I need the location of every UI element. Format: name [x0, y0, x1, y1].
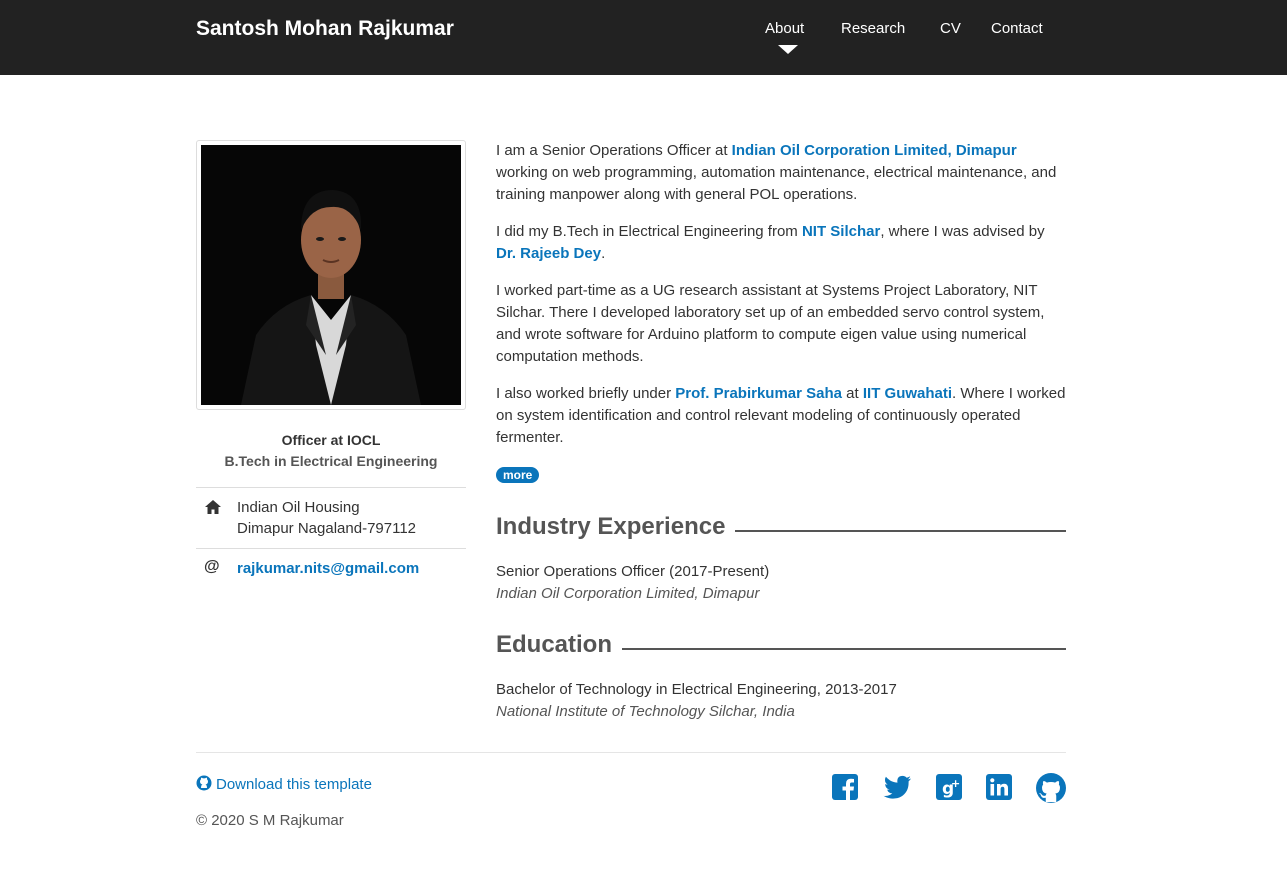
iocl-link[interactable]: Indian Oil Corporation Limited, Dimapur: [732, 142, 1017, 159]
footer-divider: [196, 752, 1066, 753]
profile-photo: [201, 145, 461, 405]
email-link[interactable]: rajkumar.nits@gmail.com: [237, 560, 419, 577]
profile-role: Officer at IOCL: [281, 432, 381, 448]
profile-degree: B.Tech in Electrical Engineering: [224, 453, 438, 469]
nit-silchar-link[interactable]: NIT Silchar: [802, 223, 880, 240]
education-heading-block: Education: [496, 631, 1066, 665]
industry-heading: Industry Experience: [496, 513, 736, 541]
nav-cv[interactable]: CV: [940, 20, 961, 37]
google-plus-icon[interactable]: g +: [935, 773, 965, 803]
education-org: National Institute of Technology Silchar…: [496, 703, 795, 720]
nav-research[interactable]: Research: [841, 20, 905, 37]
bio-paragraph-1: I am a Senior Operations Officer at Indi…: [496, 142, 1057, 203]
bio-section: I am a Senior Operations Officer at Indi…: [496, 140, 1068, 486]
github-small-icon: [196, 775, 212, 795]
portrait-illustration: [201, 145, 461, 405]
bio-paragraph-2: I did my B.Tech in Electrical Engineerin…: [496, 223, 1045, 262]
bio-paragraph-3: I worked part-time as a UG research assi…: [496, 282, 1045, 365]
twitter-icon[interactable]: [882, 773, 912, 803]
copyright-text: © 2020 S M Rajkumar: [196, 812, 344, 829]
nav-contact[interactable]: Contact: [991, 20, 1043, 37]
at-icon: @: [204, 558, 220, 575]
profile-photo-frame: [196, 140, 466, 410]
facebook-icon[interactable]: [831, 773, 861, 803]
industry-heading-block: Industry Experience: [496, 513, 1066, 547]
top-navbar: Santosh Mohan Rajkumar About Research CV…: [0, 0, 1287, 75]
home-icon: [204, 498, 222, 516]
email-row: @ rajkumar.nits@gmail.com: [196, 548, 466, 588]
download-template-link[interactable]: Download this template: [216, 776, 372, 793]
contact-table: Indian Oil Housing Dimapur Nagaland-7971…: [196, 487, 466, 588]
github-icon[interactable]: [1036, 773, 1066, 803]
education-title: Bachelor of Technology in Electrical Eng…: [496, 681, 897, 698]
address-line1: Indian Oil Housing: [237, 499, 360, 516]
active-nav-caret: [778, 45, 798, 54]
svg-text:+: +: [951, 777, 960, 790]
download-template: Download this template: [196, 775, 372, 795]
nav-about[interactable]: About: [765, 20, 804, 37]
address-line2: Dimapur Nagaland-797112: [237, 520, 417, 537]
address-row: Indian Oil Housing Dimapur Nagaland-7971…: [196, 487, 466, 548]
nav-menu: About Research CV Contact: [0, 20, 1287, 60]
address-text: Indian Oil Housing Dimapur Nagaland-7971…: [237, 488, 466, 548]
education-heading: Education: [496, 631, 623, 659]
advisor-link[interactable]: Dr. Rajeeb Dey: [496, 245, 601, 262]
industry-title: Senior Operations Officer (2017-Present): [496, 563, 770, 580]
linkedin-icon[interactable]: [985, 773, 1015, 803]
prof-saha-link[interactable]: Prof. Prabirkumar Saha: [675, 385, 842, 402]
bio-paragraph-4: I also worked briefly under Prof. Prabir…: [496, 385, 1066, 446]
industry-org: Indian Oil Corporation Limited, Dimapur: [496, 585, 760, 602]
more-button[interactable]: more: [496, 467, 540, 483]
iit-guwahati-link[interactable]: IIT Guwahati: [863, 385, 952, 402]
